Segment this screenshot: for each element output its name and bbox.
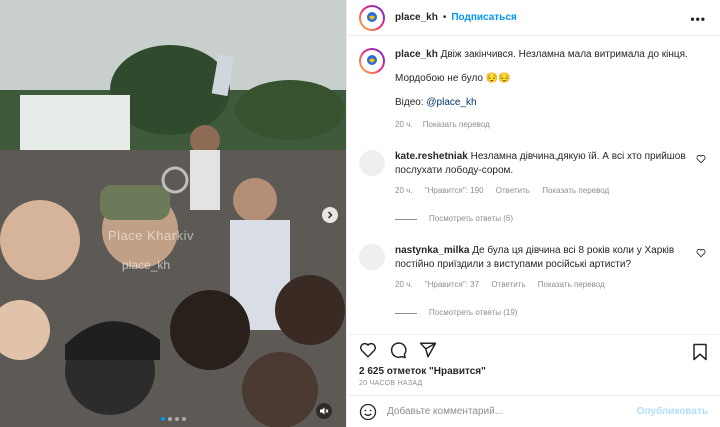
carousel-dot [161,417,165,421]
carousel-dots [161,417,186,421]
heart-icon [359,342,377,358]
comments-list: place_kh Двіж закінчився. Незламна мала … [347,36,720,334]
like-button[interactable] [359,341,377,359]
post-time[interactable]: 20 ЧАСОВ НАЗАД [347,380,720,387]
comment-button[interactable] [389,341,407,359]
comment-item: nastynka_milka Де була ця дівчина всі 8 … [359,244,708,320]
more-icon[interactable]: ••• [690,12,706,26]
separator-dot: • [442,12,447,23]
reply-button[interactable]: Ответить [491,280,525,289]
caption: place_kh Двіж закінчився. Незламна мала … [359,48,708,132]
carousel-dot [168,417,172,421]
caption-mention-link[interactable]: @place_kh [426,97,476,108]
avatar[interactable] [359,244,385,270]
caption-username[interactable]: place_kh [395,49,438,60]
reply-button[interactable]: Ответить [496,186,530,195]
post-comment-button[interactable]: Опубликовать [637,406,708,417]
logo-icon [367,11,377,22]
add-comment-bar: Добавьте комментарий... Опубликовать [347,395,720,427]
carousel-dot [182,417,186,421]
post-header: place_kh • Подписаться ••• [347,0,720,36]
replies-line [395,218,417,220]
comment-time[interactable]: 20 ч. [395,280,413,289]
comment-input[interactable]: Добавьте комментарий... [387,406,637,417]
view-replies-button[interactable]: Посмотреть ответы (19) [395,306,708,320]
bookmark-icon [693,343,707,361]
caption-time[interactable]: 20 ч. [395,120,413,129]
mute-icon [320,407,329,415]
post-media[interactable]: Place Kharkiv place_kh [0,0,346,427]
carousel-dot [175,417,179,421]
caption-text: Двіж закінчився. Незламна мала витримала… [440,49,688,60]
heart-icon[interactable] [696,154,706,164]
view-replies-label: Посмотреть ответы (19) [429,308,518,317]
logo-icon [367,55,377,65]
caption-text-2: Мордобою не було 😔😔 [395,73,511,84]
post-panel: place_kh • Подписаться ••• place_kh Двіж… [346,0,720,427]
mute-button[interactable] [316,403,332,419]
follow-button[interactable]: Подписаться [451,12,516,23]
heart-icon[interactable] [696,248,706,258]
header-username[interactable]: place_kh [395,12,438,23]
avatar[interactable] [359,150,385,176]
view-replies-button[interactable]: Посмотреть ответы (6) [395,212,708,226]
comment-icon [390,341,407,358]
avatar[interactable] [359,4,385,31]
watermark-text: Place Kharkiv [108,228,194,243]
emoji-icon[interactable] [359,403,377,421]
crowd-photo [0,0,346,427]
comment-likes[interactable]: "Нравится": 37 [425,280,479,289]
avatar[interactable] [359,48,385,74]
share-button[interactable] [419,341,437,359]
replies-line [395,312,417,314]
action-bar [347,334,720,364]
likes-count[interactable]: 2 625 отметок "Нравится" [347,366,720,377]
next-slide-button[interactable] [322,207,338,223]
save-button[interactable] [692,343,708,364]
comment-username[interactable]: kate.reshetniak [395,151,468,162]
comment-username[interactable]: nastynka_milka [395,245,470,256]
watermark-handle: place_kh [122,258,171,272]
share-icon [419,342,437,357]
view-replies-label: Посмотреть ответы (6) [429,214,514,223]
comment-likes[interactable]: "Нравится": 190 [425,186,484,195]
chevron-right-icon [328,211,333,219]
translate-link[interactable]: Показать перевод [423,120,490,129]
caption-video-label: Відео: [395,97,427,108]
comment-item: kate.reshetniak Незламна дівчина,дякую ї… [359,150,708,226]
translate-link[interactable]: Показать перевод [542,186,609,195]
comment-time[interactable]: 20 ч. [395,186,413,195]
translate-link[interactable]: Показать перевод [538,280,605,289]
